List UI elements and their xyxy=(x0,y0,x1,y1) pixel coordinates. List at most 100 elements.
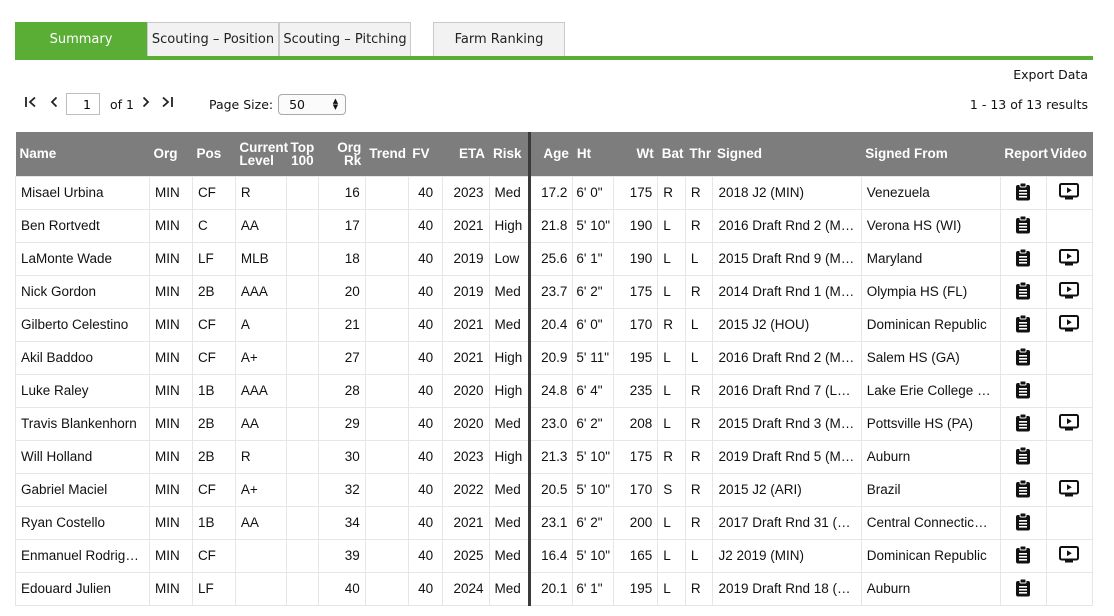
col-thr[interactable]: Thr xyxy=(685,132,713,176)
col-current-level[interactable]: Current Level xyxy=(235,132,288,176)
report-clipboard-icon[interactable] xyxy=(1015,380,1031,402)
col-ht[interactable]: Ht xyxy=(573,132,614,176)
height-cell: 6' 4" xyxy=(572,373,615,408)
org-cell: MIN xyxy=(148,307,193,342)
eta-cell: 2022 xyxy=(442,472,490,507)
next-page-icon[interactable] xyxy=(138,96,154,112)
signed-cell: 2019 Draft Rnd 5 (MIN) xyxy=(712,439,862,474)
weight-cell: 175 xyxy=(613,175,659,210)
player-name[interactable]: Misael Urbina xyxy=(15,175,150,210)
signed-from-cell: Lake Erie College (… xyxy=(860,373,1001,408)
signed-cell: J2 2019 (MIN) xyxy=(712,538,862,573)
level-cell xyxy=(234,571,288,606)
col-risk[interactable]: Risk xyxy=(489,132,530,176)
player-name[interactable]: Edouard Julien xyxy=(15,571,150,606)
player-name[interactable]: Nick Gordon xyxy=(15,274,150,309)
page-number-input[interactable] xyxy=(66,93,100,115)
player-name[interactable]: Travis Blankenhorn xyxy=(15,406,150,441)
player-name[interactable]: LaMonte Wade xyxy=(15,241,150,276)
report-clipboard-icon[interactable] xyxy=(1015,182,1031,204)
player-name[interactable]: Ryan Costello xyxy=(15,505,150,540)
top100-cell xyxy=(286,175,319,210)
video-play-icon[interactable] xyxy=(1059,281,1080,302)
bats-cell: L xyxy=(657,208,686,243)
age-cell: 20.1 xyxy=(528,571,574,606)
col-pos[interactable]: Pos xyxy=(192,132,235,176)
throws-cell: R xyxy=(684,571,714,606)
age-cell: 23.1 xyxy=(528,505,574,540)
top100-cell xyxy=(286,505,319,540)
video-play-icon[interactable] xyxy=(1059,314,1080,335)
col-video[interactable]: Video xyxy=(1046,132,1092,176)
col-report[interactable]: Report xyxy=(1000,132,1048,176)
fv-cell: 40 xyxy=(407,571,444,606)
signed-from-cell: Maryland xyxy=(860,241,1001,276)
col-fv[interactable]: FV xyxy=(408,132,443,176)
tab-summary[interactable]: Summary xyxy=(15,22,147,56)
video-play-icon[interactable] xyxy=(1059,182,1080,203)
level-cell: AA xyxy=(234,208,288,243)
top100-cell xyxy=(286,307,319,342)
level-cell: A xyxy=(234,307,288,342)
pos-cell: LF xyxy=(191,571,236,606)
throws-cell: R xyxy=(684,472,714,507)
video-cell xyxy=(1045,406,1094,441)
report-clipboard-icon[interactable] xyxy=(1015,479,1031,501)
player-name[interactable]: Gilberto Celestino xyxy=(15,307,150,342)
player-name[interactable]: Ben Rortvedt xyxy=(15,208,150,243)
video-play-icon[interactable] xyxy=(1059,545,1080,566)
pos-cell: 1B xyxy=(191,373,236,408)
tab-underline xyxy=(15,56,1093,60)
fv-cell: 40 xyxy=(407,439,444,474)
report-clipboard-icon[interactable] xyxy=(1015,578,1031,600)
col-name[interactable]: Name xyxy=(16,132,150,176)
video-cell xyxy=(1045,241,1094,276)
col-eta[interactable]: ETA xyxy=(443,132,489,176)
col-signed-from[interactable]: Signed From xyxy=(861,132,1000,176)
player-name[interactable]: Gabriel Maciel xyxy=(15,472,150,507)
report-clipboard-icon[interactable] xyxy=(1015,281,1031,303)
pos-cell: CF xyxy=(191,472,236,507)
player-name[interactable]: Luke Raley xyxy=(15,373,150,408)
player-name[interactable]: Will Holland xyxy=(15,439,150,474)
tab-scouting-position[interactable]: Scouting – Position xyxy=(147,22,279,56)
col-wt[interactable]: Wt xyxy=(614,132,658,176)
eta-cell: 2020 xyxy=(442,406,490,441)
risk-cell: Med xyxy=(488,505,531,540)
bats-cell: R xyxy=(657,307,686,342)
last-page-icon[interactable] xyxy=(158,96,176,112)
report-clipboard-icon[interactable] xyxy=(1015,215,1031,237)
page-size-select[interactable]: 50 ▲ ▼ xyxy=(278,93,347,115)
signed-cell: 2017 Draft Rnd 31 (S… xyxy=(712,505,862,540)
col-age[interactable]: Age xyxy=(528,132,573,176)
first-page-icon[interactable] xyxy=(22,96,40,112)
col-trend[interactable]: Trend xyxy=(365,132,408,176)
report-clipboard-icon[interactable] xyxy=(1015,413,1031,435)
report-clipboard-icon[interactable] xyxy=(1015,545,1031,567)
video-play-icon[interactable] xyxy=(1059,248,1080,269)
report-clipboard-icon[interactable] xyxy=(1015,512,1031,534)
tab-scouting-pitching[interactable]: Scouting – Pitching xyxy=(279,22,411,56)
height-cell: 5' 10" xyxy=(572,439,615,474)
report-clipboard-icon[interactable] xyxy=(1015,446,1031,468)
video-play-icon[interactable] xyxy=(1059,413,1080,434)
org-cell: MIN xyxy=(148,505,193,540)
col-top-100[interactable]: Top 100 xyxy=(287,132,319,176)
video-play-icon[interactable] xyxy=(1059,479,1080,500)
top100-cell xyxy=(286,538,319,573)
tab-farm-ranking[interactable]: Farm Ranking xyxy=(433,22,565,56)
report-clipboard-icon[interactable] xyxy=(1015,347,1031,369)
export-data-link[interactable]: Export Data xyxy=(1013,67,1088,82)
report-clipboard-icon[interactable] xyxy=(1015,248,1031,270)
org-cell: MIN xyxy=(148,241,193,276)
col-bat[interactable]: Bat xyxy=(658,132,686,176)
player-name[interactable]: Enmanuel Rodriguez xyxy=(15,538,150,573)
col-org[interactable]: Org xyxy=(149,132,192,176)
report-clipboard-icon[interactable] xyxy=(1015,314,1031,336)
signed-from-cell: Venezuela xyxy=(860,175,1001,210)
video-cell xyxy=(1045,373,1094,408)
player-name[interactable]: Akil Baddoo xyxy=(15,340,150,375)
col-signed[interactable]: Signed xyxy=(713,132,861,176)
col-org-rank[interactable]: Org Rk xyxy=(318,132,365,176)
prev-page-icon[interactable] xyxy=(44,96,64,112)
